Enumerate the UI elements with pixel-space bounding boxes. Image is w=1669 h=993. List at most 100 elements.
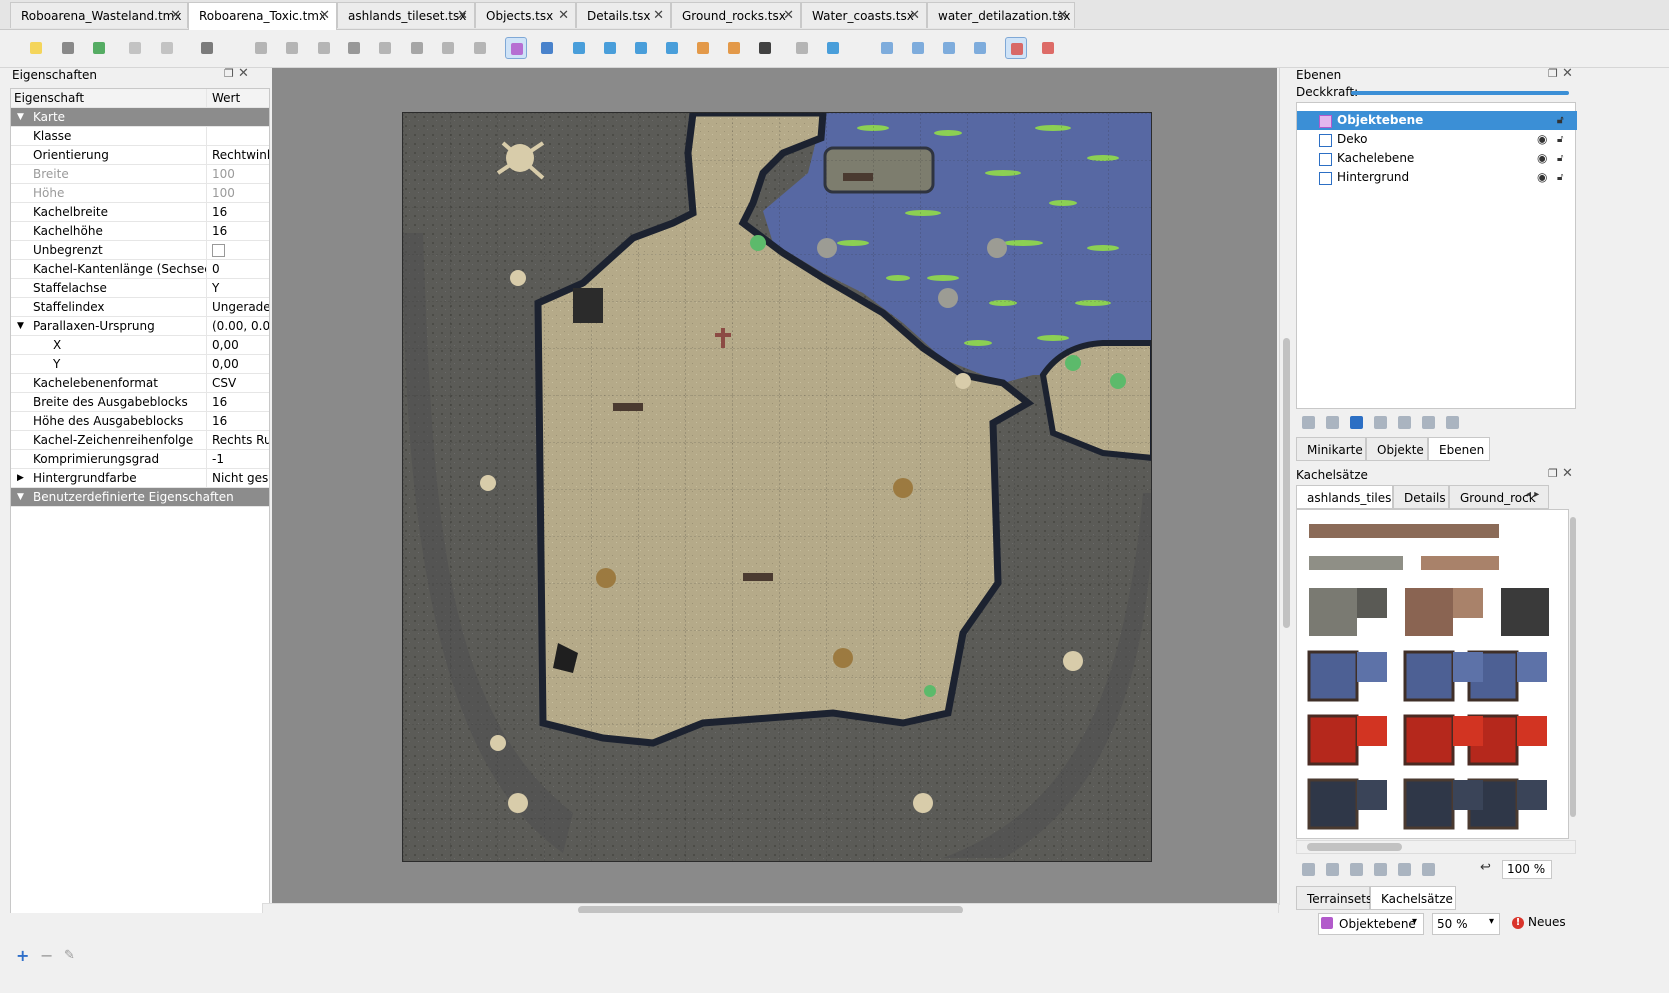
new-tileset-icon[interactable] (1302, 863, 1315, 876)
property-row[interactable]: Breite 100 (11, 165, 269, 184)
layer-item-hintergrund[interactable]: Hintergrund ◉ 🔓︎ (1297, 168, 1577, 187)
lock-icon[interactable]: 🔓︎ (1557, 130, 1563, 149)
edit-tileset-icon[interactable] (1374, 863, 1387, 876)
property-row[interactable]: Komprimierungsgrad -1 (11, 450, 269, 469)
terrain-brush-icon[interactable] (281, 37, 303, 59)
property-group-row[interactable]: ▼ Benutzerdefinierte Eigenschaften (11, 488, 269, 507)
property-row[interactable]: Y 0,00 (11, 355, 269, 374)
close-tab-icon[interactable]: ✕ (319, 3, 330, 29)
property-value[interactable]: CSV (208, 374, 269, 392)
lock-icon[interactable]: 🔓︎ (1557, 149, 1563, 168)
property-row[interactable]: Breite des Ausgabeblocks 16 (11, 393, 269, 412)
property-row[interactable]: Unbegrenzt (11, 241, 269, 260)
duplicate-layer-icon[interactable] (1374, 416, 1387, 429)
property-row[interactable]: Klasse (11, 127, 269, 146)
property-row[interactable]: Kachelbreite 16 (11, 203, 269, 222)
panel-tab-terrainsets[interactable]: Terrainsets (1296, 886, 1372, 910)
property-value[interactable]: 16 (208, 412, 269, 430)
panel-tab-minikarte[interactable]: Minikarte (1296, 437, 1366, 461)
insert-rectangle-icon[interactable] (568, 37, 590, 59)
property-value[interactable]: 0,00 (208, 336, 269, 354)
lock-icon[interactable]: 🔓︎ (1557, 168, 1563, 187)
show-hide-other-icon[interactable] (1422, 416, 1435, 429)
layer-item-kachelebene[interactable]: Kachelebene ◉ 🔓︎ (1297, 149, 1577, 168)
close-tab-icon[interactable]: ✕ (457, 3, 468, 29)
close-tab-icon[interactable]: ✕ (783, 3, 794, 29)
tileset-hscrollbar[interactable] (1296, 840, 1576, 854)
property-value[interactable]: 0,00 (208, 355, 269, 373)
flip-vertical-icon[interactable] (907, 37, 929, 59)
insert-ellipse-icon[interactable] (630, 37, 652, 59)
panel-tab-kachelsätze[interactable]: Kachelsätze (1370, 886, 1456, 910)
undo-icon[interactable] (124, 37, 146, 59)
property-value[interactable]: 100 (208, 184, 269, 202)
stamp-brush-icon[interactable] (250, 37, 272, 59)
edit-polygons-icon[interactable] (536, 37, 558, 59)
document-tab[interactable]: water_detilazation.tsx ✕ (927, 2, 1075, 28)
property-row[interactable]: Kachelhöhe 16 (11, 222, 269, 241)
float-panel-icon[interactable]: ❐ (1548, 467, 1558, 480)
dynamic-wrap-icon[interactable]: ↩ (1480, 860, 1491, 875)
visibility-eye-icon[interactable]: ◉ (1537, 168, 1547, 187)
delete-layer-icon[interactable] (1398, 416, 1411, 429)
document-tab[interactable]: Objects.tsx ✕ (475, 2, 576, 28)
close-panel-icon[interactable]: ✕ (1562, 466, 1573, 481)
property-value[interactable]: 100 (208, 165, 269, 183)
lower-layer-icon[interactable] (1350, 416, 1363, 429)
random-mode-icon[interactable] (1005, 37, 1027, 59)
float-panel-icon[interactable]: ❐ (224, 67, 234, 80)
property-value[interactable]: Rechts Run (208, 431, 269, 449)
remove-property-icon[interactable]: − (40, 946, 53, 965)
property-value[interactable]: 16 (208, 222, 269, 240)
property-row[interactable]: X 0,00 (11, 336, 269, 355)
map-canvas[interactable] (402, 112, 1152, 862)
close-tab-icon[interactable]: ✕ (909, 3, 920, 29)
open-file-icon[interactable] (57, 37, 79, 59)
raise-layer-icon[interactable] (1326, 416, 1339, 429)
tileset-tab[interactable]: ashlands_tileset (1296, 485, 1393, 509)
shape-fill-icon[interactable] (343, 37, 365, 59)
tileset-view[interactable] (1296, 509, 1569, 839)
visibility-eye-icon[interactable]: ◉ (1537, 130, 1547, 149)
insert-text-icon[interactable] (754, 37, 776, 59)
tileset-tab[interactable]: Details (1393, 485, 1449, 509)
terrain-icon[interactable] (1398, 863, 1411, 876)
magic-wand-icon[interactable] (437, 37, 459, 59)
insert-template-icon[interactable] (723, 37, 745, 59)
property-row[interactable]: Kachelebenenformat CSV (11, 374, 269, 393)
document-tab[interactable]: Water_coasts.tsx ✕ (801, 2, 927, 28)
property-value[interactable]: Rechtwinkl (208, 146, 269, 164)
layer-item-deko[interactable]: Deko ◉ 🔓︎ (1297, 130, 1577, 149)
embed-tileset-icon[interactable] (1326, 863, 1339, 876)
property-value[interactable]: Nicht gese (208, 469, 269, 487)
select-objects-icon[interactable] (505, 37, 527, 59)
lock-unlock-icon[interactable] (1446, 416, 1459, 429)
close-tab-icon[interactable]: ✕ (170, 3, 181, 29)
save-file-icon[interactable] (88, 37, 110, 59)
redo-icon[interactable] (156, 37, 178, 59)
layer-select[interactable]: Objektebene (1318, 913, 1424, 935)
column-header-property[interactable]: Eigenschaft (11, 89, 207, 107)
eraser-icon[interactable] (374, 37, 396, 59)
news-button[interactable]: Neues (1528, 915, 1566, 929)
add-property-icon[interactable]: + (16, 946, 29, 965)
wangfill-mode-icon[interactable] (1037, 37, 1059, 59)
layer-item-objektebene[interactable]: Objektebene 🔓︎ (1297, 111, 1577, 130)
property-row[interactable]: OrientierungRechtwinkl (11, 146, 269, 165)
select-same-tile-icon[interactable] (469, 37, 491, 59)
property-group-row[interactable]: ▼ Karte (11, 108, 269, 127)
rotate-left-icon[interactable] (938, 37, 960, 59)
document-tab[interactable]: Details.tsx ✕ (576, 2, 671, 28)
property-row[interactable]: Höhe des Ausgabeblocks 16 (11, 412, 269, 431)
move-icon[interactable] (822, 37, 844, 59)
delete-tileset-icon[interactable] (1422, 863, 1435, 876)
unbounded-checkbox[interactable] (212, 244, 225, 257)
export-tileset-icon[interactable] (1350, 863, 1363, 876)
property-value[interactable]: 16 (208, 203, 269, 221)
property-row[interactable]: Kachel-Kantenlänge (Sechseck) 0 (11, 260, 269, 279)
close-panel-icon[interactable]: ✕ (238, 66, 249, 81)
property-row[interactable]: Höhe 100 (11, 184, 269, 203)
panel-tab-objekte[interactable]: Objekte (1366, 437, 1428, 461)
bucket-fill-icon[interactable] (313, 37, 335, 59)
panel-tab-ebenen[interactable]: Ebenen (1428, 437, 1490, 461)
